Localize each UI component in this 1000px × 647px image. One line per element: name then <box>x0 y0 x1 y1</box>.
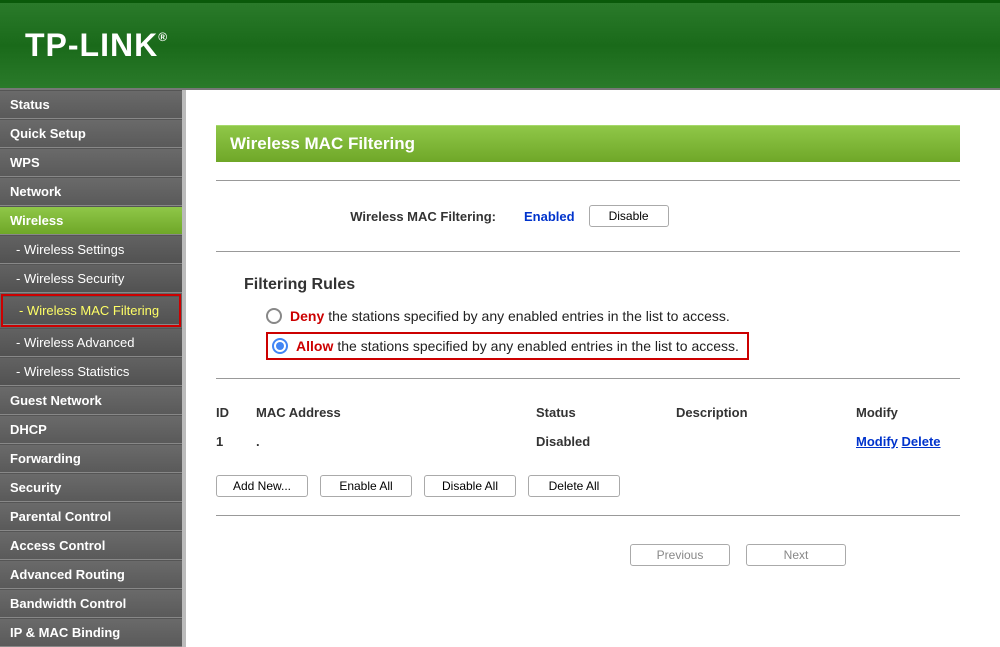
radio-allow-highlight: Allowthe stations specified by any enabl… <box>266 332 749 360</box>
nav-forwarding[interactable]: Forwarding <box>0 444 182 473</box>
nav-status[interactable]: Status <box>0 90 182 119</box>
nav-wireless-statistics[interactable]: - Wireless Statistics <box>0 357 182 386</box>
radio-allow-label: Allowthe stations specified by any enabl… <box>296 338 739 354</box>
col-status-header: Status <box>536 405 676 420</box>
header: TP-LINK® <box>0 0 1000 90</box>
nav-wps[interactable]: WPS <box>0 148 182 177</box>
table-header: ID MAC Address Status Description Modify <box>216 397 960 428</box>
page-title: Wireless MAC Filtering <box>216 125 960 162</box>
nav-wireless[interactable]: Wireless <box>0 206 182 235</box>
action-buttons: Add New... Enable All Disable All Delete… <box>216 475 960 497</box>
enable-all-button[interactable]: Enable All <box>320 475 412 497</box>
cell-mac: . <box>256 434 536 449</box>
table-row: 1 . Disabled Modify Delete <box>216 428 960 455</box>
previous-button[interactable]: Previous <box>630 544 730 566</box>
divider <box>216 515 960 516</box>
delete-link[interactable]: Delete <box>902 434 941 449</box>
radio-deny-row: Denythe stations specified by any enable… <box>266 308 960 324</box>
radio-allow[interactable] <box>272 338 288 354</box>
modify-link[interactable]: Modify <box>856 434 898 449</box>
cell-status: Disabled <box>536 434 676 449</box>
delete-all-button[interactable]: Delete All <box>528 475 620 497</box>
next-button[interactable]: Next <box>746 544 846 566</box>
divider <box>216 251 960 252</box>
cell-id: 1 <box>216 434 256 449</box>
main-content: Wireless MAC Filtering Wireless MAC Filt… <box>186 90 1000 647</box>
col-id-header: ID <box>216 405 256 420</box>
nav-guest-network[interactable]: Guest Network <box>0 386 182 415</box>
nav-wireless-security[interactable]: - Wireless Security <box>0 264 182 293</box>
cell-modify: Modify Delete <box>856 434 960 449</box>
col-mac-header: MAC Address <box>256 405 536 420</box>
logo: TP-LINK® <box>25 27 168 64</box>
nav-wireless-settings[interactable]: - Wireless Settings <box>0 235 182 264</box>
filtering-rules-title: Filtering Rules <box>244 276 960 294</box>
nav-wireless-advanced[interactable]: - Wireless Advanced <box>0 328 182 357</box>
status-label: Wireless MAC Filtering: <box>306 209 496 224</box>
divider <box>216 180 960 181</box>
status-row: Wireless MAC Filtering: Enabled Disable <box>216 199 960 233</box>
col-modify-header: Modify <box>856 405 960 420</box>
nav-security[interactable]: Security <box>0 473 182 502</box>
nav-bandwidth-control[interactable]: Bandwidth Control <box>0 589 182 618</box>
cell-desc <box>676 434 856 449</box>
col-desc-header: Description <box>676 405 856 420</box>
radio-deny[interactable] <box>266 308 282 324</box>
divider <box>216 378 960 379</box>
nav-highlight-box: - Wireless MAC Filtering <box>1 294 181 327</box>
nav-parental-control[interactable]: Parental Control <box>0 502 182 531</box>
radio-deny-label: Denythe stations specified by any enable… <box>290 308 730 324</box>
nav-access-control[interactable]: Access Control <box>0 531 182 560</box>
nav-dhcp[interactable]: DHCP <box>0 415 182 444</box>
nav-ip-mac-binding[interactable]: IP & MAC Binding <box>0 618 182 647</box>
nav-wireless-mac-filtering[interactable]: - Wireless MAC Filtering <box>3 296 179 325</box>
pagination: Previous Next <box>516 544 960 566</box>
radio-allow-row: Allowthe stations specified by any enabl… <box>266 332 960 360</box>
mac-table: ID MAC Address Status Description Modify… <box>216 397 960 455</box>
nav-quick-setup[interactable]: Quick Setup <box>0 119 182 148</box>
nav-network[interactable]: Network <box>0 177 182 206</box>
nav-advanced-routing[interactable]: Advanced Routing <box>0 560 182 589</box>
status-value: Enabled <box>524 209 575 224</box>
disable-all-button[interactable]: Disable All <box>424 475 516 497</box>
disable-button[interactable]: Disable <box>589 205 669 227</box>
sidebar: Status Quick Setup WPS Network Wireless … <box>0 90 186 647</box>
add-new-button[interactable]: Add New... <box>216 475 308 497</box>
